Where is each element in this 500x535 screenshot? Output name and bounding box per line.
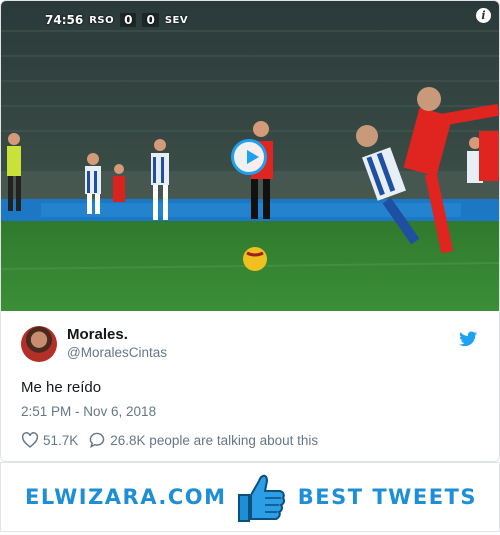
- best-tweets-label: BEST TWEETS: [297, 485, 477, 509]
- display-name[interactable]: Morales.: [67, 326, 167, 344]
- site-brand[interactable]: ELWIZARA.COM: [25, 485, 227, 509]
- scoreboard: 74:56 RSO 0 0 SEV: [45, 13, 188, 27]
- play-icon[interactable]: [231, 139, 267, 175]
- like-action[interactable]: 51.7K: [21, 432, 78, 448]
- home-score: 0: [120, 13, 137, 27]
- tweet-timestamp[interactable]: 2:51 PM - Nov 6, 2018: [21, 404, 156, 419]
- talking-count: 26.8K people are talking about this: [110, 432, 319, 448]
- info-icon[interactable]: i: [476, 8, 491, 23]
- video-thumbnail[interactable]: 74:56 RSO 0 0 SEV i: [1, 1, 499, 311]
- twitter-bird-icon[interactable]: [459, 331, 477, 347]
- football-ball: [243, 247, 267, 271]
- like-count: 51.7K: [43, 432, 79, 448]
- engagement-bar: 51.7K 26.8K people are talking about thi…: [21, 432, 328, 448]
- tweet-card: 74:56 RSO 0 0 SEV i Morales. @MoralesCin…: [0, 0, 500, 462]
- reply-bubble-icon[interactable]: [88, 432, 106, 448]
- away-score: 0: [142, 13, 159, 27]
- promo-banner: ELWIZARA.COM BEST TWEETS: [0, 462, 500, 532]
- thumbs-up-icon: [238, 474, 286, 522]
- home-team: RSO: [89, 14, 115, 26]
- conversation-action[interactable]: 26.8K people are talking about this: [88, 432, 318, 448]
- tweet-author[interactable]: Morales. @MoralesCintas: [21, 326, 167, 362]
- heart-icon[interactable]: [21, 432, 39, 448]
- user-handle[interactable]: @MoralesCintas: [67, 344, 167, 362]
- tweet-text: Me he reído: [21, 379, 102, 396]
- away-team: SEV: [164, 14, 189, 26]
- avatar[interactable]: [21, 326, 57, 362]
- match-clock: 74:56: [45, 13, 84, 27]
